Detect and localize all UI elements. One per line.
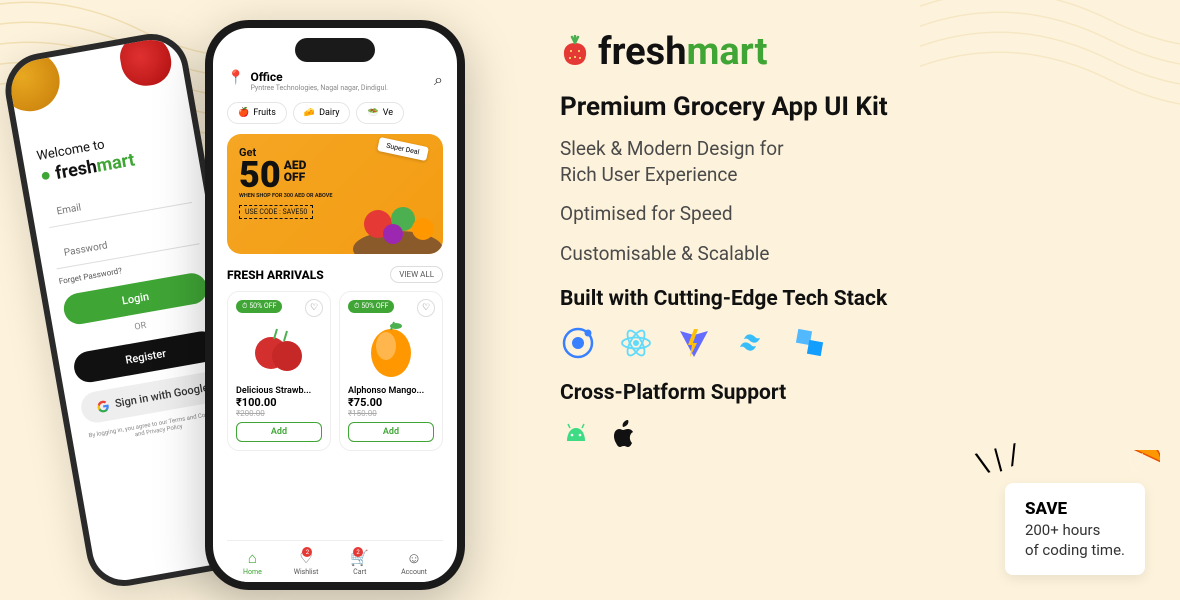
save-callout: SAVE 200+ hours of coding time. [1005,483,1145,575]
react-icon [618,325,654,361]
chip-dairy[interactable]: 🧀Dairy [293,102,351,124]
product-price: ₹75.00 [348,396,434,409]
capacitor-icon [792,325,828,361]
chip-veg[interactable]: 🥗Ve [356,102,404,124]
brand-logo: freshmart [560,30,1120,74]
product-name: Alphonso Mango... [348,386,434,396]
product-old-price: ₹150.00 [348,409,434,418]
wishlist-icon[interactable]: ♡ [417,299,435,317]
phone-notch [295,38,375,62]
promo-title: Premium Grocery App UI Kit [560,92,1120,122]
fruit-decoration [117,32,175,90]
wishlist-icon[interactable]: ♡ [305,299,323,317]
cross-platform-title: Cross-Platform Support [560,381,1120,405]
add-button[interactable]: Add [236,422,322,442]
save-title: SAVE [1025,499,1125,519]
product-name: Delicious Strawb... [236,386,322,396]
promo-banner[interactable]: Get 50 AED OFF WHEN SHOP FOR 300 AED OR … [227,134,443,254]
product-image [236,314,322,382]
discount-badge: ⏱ 50% OFF [348,300,394,313]
tailwind-icon [734,325,770,361]
home-icon: ⌂ [248,549,257,567]
tech-stack-icons [560,325,1120,361]
tab-account[interactable]: ☺Account [401,549,427,576]
address-label: Office [250,70,428,84]
product-old-price: ₹200.00 [236,409,322,418]
account-icon: ☺ [406,549,421,567]
orange-slice-icon [1114,450,1160,480]
apple-icon [610,419,638,451]
section-title: FRESH ARRIVALS [227,268,324,282]
tab-wishlist[interactable]: ♡2Wishlist [294,549,319,576]
vite-icon [676,325,712,361]
android-icon [560,419,592,451]
tab-cart[interactable]: 🛒2Cart [350,549,369,576]
product-image [348,314,434,382]
strawberry-icon [560,35,590,69]
google-icon [96,399,110,413]
product-price: ₹100.00 [236,396,322,409]
add-button[interactable]: Add [348,422,434,442]
bottom-tabbar: ⌂Home ♡2Wishlist 🛒2Cart ☺Account [227,540,443,582]
feature-text: Customisable & Scalable [560,241,1120,267]
ionic-icon [560,325,596,361]
marketing-panel: freshmart Premium Grocery App UI Kit Sle… [560,30,1120,451]
chip-fruits[interactable]: 🍎Fruits [227,102,287,124]
product-card[interactable]: ⏱ 50% OFF ♡ Alphonso Mango... ₹75.00 ₹15… [339,291,443,451]
search-icon[interactable]: ⌕ [434,70,443,90]
discount-badge: ⏱ 50% OFF [236,300,282,313]
address-detail: Pyntree Technologies, Nagal nagar, Dindi… [250,84,428,92]
view-all-button[interactable]: VIEW ALL [390,266,443,283]
tab-home[interactable]: ⌂Home [243,549,262,576]
feature-text: Sleek & Modern Design forRich User Exper… [560,136,1120,187]
phone-home-screen: 📍 Office Pyntree Technologies, Nagal nag… [205,20,465,590]
address-bar[interactable]: 📍 Office Pyntree Technologies, Nagal nag… [227,70,443,92]
tech-stack-title: Built with Cutting-Edge Tech Stack [560,287,1120,311]
platform-icons [560,419,1120,451]
promo-code: USE CODE : SAVE50 [239,205,313,219]
product-card[interactable]: ⏱ 50% OFF ♡ Delicious Strawb... ₹100.00 … [227,291,331,451]
basket-illustration [338,179,443,254]
location-pin-icon: 📍 [227,70,244,86]
feature-text: Optimised for Speed [560,201,1120,227]
category-chips: 🍎Fruits 🧀Dairy 🥗Ve [227,102,443,124]
